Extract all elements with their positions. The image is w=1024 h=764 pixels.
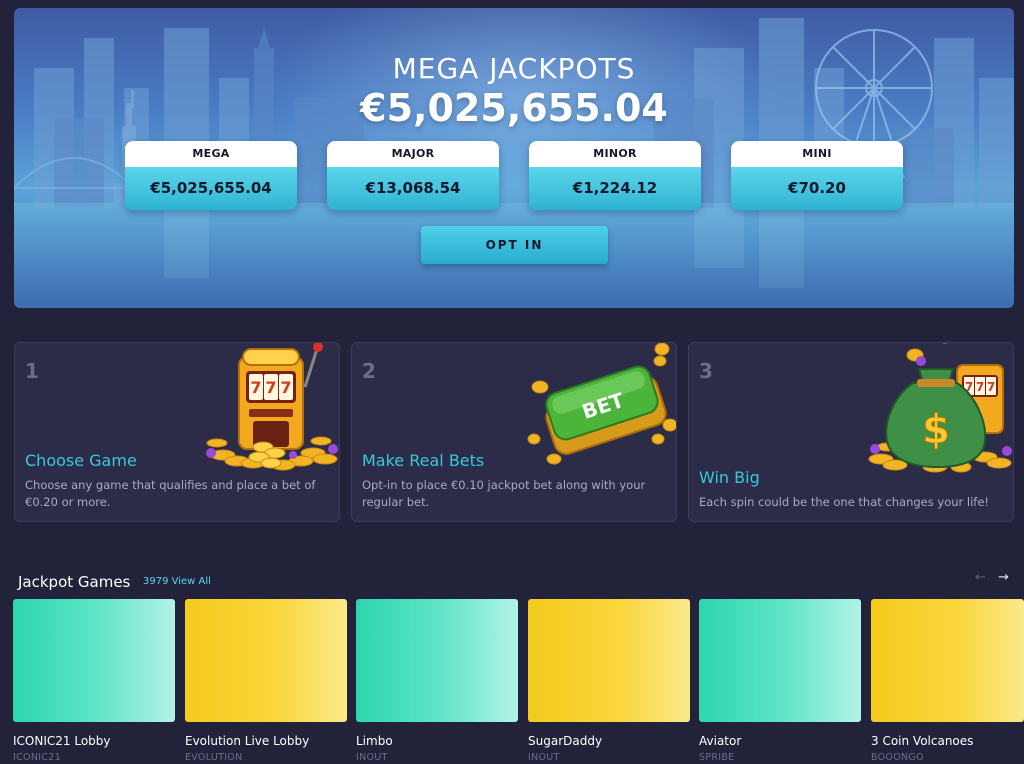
game-tile[interactable]: ICONIC21 Lobby ICONIC21 bbox=[13, 599, 175, 763]
game-provider: EVOLUTION bbox=[185, 752, 243, 763]
game-thumbnail[interactable] bbox=[356, 599, 518, 722]
game-tile[interactable]: Limbo INOUT bbox=[356, 599, 518, 763]
step-card-win-big: 3 7 7 7 $ Win Big Each spin could be the… bbox=[688, 342, 1014, 522]
game-tile[interactable]: 3 Coin Volcanoes BOOONGO bbox=[871, 599, 1024, 763]
game-provider: INOUT bbox=[356, 752, 388, 763]
jackpot-card-mini: MINI €70.20 bbox=[731, 141, 903, 210]
jackpot-card-label: MINOR bbox=[529, 141, 701, 167]
jackpot-card-mega: MEGA €5,025,655.04 bbox=[125, 141, 297, 210]
game-tile[interactable]: Evolution Live Lobby EVOLUTION bbox=[185, 599, 347, 763]
game-name: ICONIC21 Lobby bbox=[13, 734, 111, 748]
money-bag-icon: 7 7 7 $ bbox=[868, 343, 1012, 473]
step-number: 2 bbox=[362, 359, 376, 383]
jackpot-card-major: MAJOR €13,068.54 bbox=[327, 141, 499, 210]
view-all-link[interactable]: 3979 View All bbox=[143, 576, 211, 587]
svg-text:7: 7 bbox=[976, 380, 984, 394]
game-thumbnail[interactable] bbox=[699, 599, 861, 722]
opt-in-button[interactable]: OPT IN bbox=[421, 226, 608, 264]
step-title: Choose Game bbox=[25, 451, 137, 470]
game-name: 3 Coin Volcanoes bbox=[871, 734, 974, 748]
hero-jackpot-amount: €5,025,655.04 bbox=[360, 86, 668, 130]
bet-button-icon: BET bbox=[527, 343, 676, 465]
game-thumbnail[interactable] bbox=[528, 599, 690, 722]
game-tile[interactable]: SugarDaddy INOUT bbox=[528, 599, 690, 763]
step-description: Each spin could be the one that changes … bbox=[699, 495, 990, 509]
game-provider: INOUT bbox=[528, 752, 560, 763]
game-name: Aviator bbox=[699, 734, 742, 748]
jackpot-card-value: €1,224.12 bbox=[529, 167, 701, 210]
game-provider: BOOONGO bbox=[871, 752, 924, 763]
arrow-right-icon[interactable]: → bbox=[998, 570, 1009, 585]
step-description: Choose any game that qualifies and place… bbox=[25, 478, 316, 509]
svg-text:7: 7 bbox=[250, 378, 261, 397]
svg-text:$: $ bbox=[922, 407, 950, 453]
jackpot-card-value: €5,025,655.04 bbox=[125, 167, 297, 210]
game-thumbnail[interactable] bbox=[871, 599, 1024, 722]
jackpot-card-label: MAJOR bbox=[327, 141, 499, 167]
slot-machine-icon: 7 7 7 bbox=[206, 343, 338, 471]
arrow-left-icon[interactable]: ← bbox=[975, 570, 986, 585]
svg-text:7: 7 bbox=[987, 380, 995, 394]
game-name: Limbo bbox=[356, 734, 393, 748]
jackpot-card-label: MEGA bbox=[125, 141, 297, 167]
game-thumbnail[interactable] bbox=[13, 599, 175, 722]
game-name: Evolution Live Lobby bbox=[185, 734, 310, 748]
svg-text:7: 7 bbox=[265, 378, 276, 397]
jackpot-games-title: Jackpot Games bbox=[18, 573, 131, 591]
step-description: Opt-in to place €0.10 jackpot bet along … bbox=[362, 478, 646, 509]
game-name: SugarDaddy bbox=[528, 734, 603, 748]
jackpot-card-value: €13,068.54 bbox=[327, 167, 499, 210]
jackpot-hero-banner: MEGA JACKPOTS €5,025,655.04 MEGA €5,025,… bbox=[14, 8, 1014, 308]
jackpot-card-minor: MINOR €1,224.12 bbox=[529, 141, 701, 210]
step-card-make-real-bets: 2 BET Make Real Bets Opt-in to place €0.… bbox=[351, 342, 677, 522]
jackpot-card-value: €70.20 bbox=[731, 167, 903, 210]
svg-text:7: 7 bbox=[280, 378, 291, 397]
step-card-choose-game: 1 7 7 7 Choose Game Choose any game that… bbox=[14, 342, 340, 522]
step-title: Win Big bbox=[699, 468, 760, 487]
step-number: 3 bbox=[699, 359, 713, 383]
game-thumbnail[interactable] bbox=[185, 599, 347, 722]
hero-title: MEGA JACKPOTS bbox=[392, 52, 636, 85]
jackpot-card-label: MINI bbox=[731, 141, 903, 167]
game-provider: SPRIBE bbox=[699, 752, 735, 763]
game-tile[interactable]: Aviator SPRIBE bbox=[699, 599, 861, 763]
game-provider: ICONIC21 bbox=[13, 752, 61, 763]
step-title: Make Real Bets bbox=[362, 451, 485, 470]
step-number: 1 bbox=[25, 359, 39, 383]
